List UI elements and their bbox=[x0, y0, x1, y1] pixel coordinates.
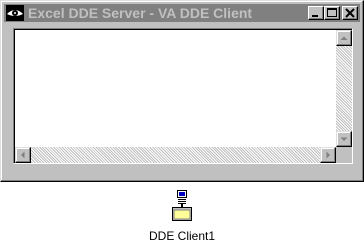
maximize-button[interactable] bbox=[324, 6, 340, 20]
scroll-down-button[interactable] bbox=[336, 131, 352, 147]
client-area[interactable] bbox=[13, 28, 353, 164]
dde-client-icon[interactable] bbox=[171, 190, 193, 222]
dde-client-label[interactable]: DDE Client1 bbox=[0, 229, 364, 243]
minimize-icon bbox=[312, 15, 318, 17]
scroll-up-button[interactable] bbox=[336, 30, 352, 46]
eye-icon[interactable] bbox=[6, 5, 24, 21]
arrow-down-icon bbox=[340, 137, 348, 141]
window-title: Excel DDE Server - VA DDE Client bbox=[28, 5, 253, 21]
scroll-left-button[interactable] bbox=[15, 147, 31, 163]
scroll-right-button[interactable] bbox=[320, 147, 336, 163]
arrow-left-icon bbox=[21, 151, 25, 159]
close-button[interactable] bbox=[342, 6, 358, 20]
arrow-right-icon bbox=[326, 151, 330, 159]
maximize-icon bbox=[327, 8, 337, 17]
dde-client-window[interactable]: Excel DDE Server - VA DDE Client bbox=[0, 0, 364, 182]
arrow-up-icon bbox=[340, 36, 348, 40]
title-bar[interactable]: Excel DDE Server - VA DDE Client bbox=[4, 4, 360, 22]
minimize-button[interactable] bbox=[308, 6, 324, 20]
vertical-scrollbar[interactable] bbox=[336, 30, 352, 147]
client-content[interactable] bbox=[14, 29, 352, 163]
close-icon bbox=[345, 8, 355, 18]
scrollbar-corner bbox=[336, 147, 352, 163]
horizontal-scrollbar[interactable] bbox=[15, 147, 336, 163]
